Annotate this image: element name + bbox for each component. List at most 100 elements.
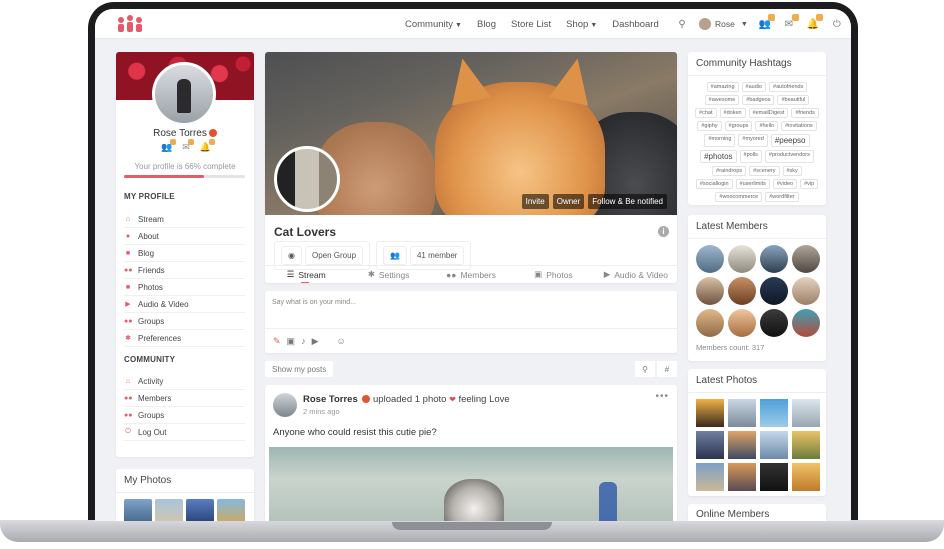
hashtag-link[interactable]: #photos <box>700 150 737 163</box>
invite-button[interactable]: Invite <box>521 194 549 209</box>
hashtag-link[interactable]: #sociallogin <box>695 179 733 189</box>
menu-item-members[interactable]: ●● Members <box>124 390 245 407</box>
menu-item-groups[interactable]: ●● Groups <box>124 313 245 330</box>
post-timestamp[interactable]: 2 mins ago <box>303 407 340 416</box>
bell-icon[interactable]: 🔔 <box>200 139 215 153</box>
photo-thumbnail[interactable] <box>155 499 183 521</box>
hashtag-link[interactable]: #peepso <box>770 134 810 147</box>
hashtag-link[interactable]: #friends <box>791 108 819 118</box>
hashtag-link[interactable]: #wordfilter <box>765 192 799 202</box>
owner-button[interactable]: Owner <box>552 194 585 209</box>
menu-item-community-groups[interactable]: ●● Groups <box>124 407 245 424</box>
hashtag-link[interactable]: #autofriends <box>769 82 808 92</box>
user-menu[interactable]: Rose ▼ <box>699 18 748 30</box>
photo-thumbnail[interactable] <box>696 463 724 491</box>
group-avatar[interactable] <box>274 146 340 212</box>
member-avatar[interactable] <box>792 309 820 337</box>
hashtag-icon[interactable]: # <box>657 361 677 377</box>
photo-thumbnail[interactable] <box>728 463 756 491</box>
menu-item-preferences[interactable]: ✱ Preferences <box>124 330 245 347</box>
photo-thumbnail[interactable] <box>760 463 788 491</box>
tab-stream[interactable]: ☰ Stream <box>265 266 347 283</box>
nav-community[interactable]: Community ▼ <box>405 19 462 30</box>
photo-thumbnail[interactable] <box>696 431 724 459</box>
tab-members[interactable]: ●● Members <box>430 266 512 283</box>
post-image[interactable] <box>269 447 673 521</box>
hashtag-link[interactable]: #emailDigest <box>748 108 789 118</box>
hashtag-link[interactable]: #woocommerce <box>715 192 763 202</box>
photo-thumbnail[interactable] <box>124 499 152 521</box>
photo-thumbnail[interactable] <box>792 399 820 427</box>
photo-thumbnail[interactable] <box>760 399 788 427</box>
hashtag-link[interactable]: #sky <box>782 166 802 176</box>
nav-store-list[interactable]: Store List <box>511 19 551 30</box>
member-avatar[interactable] <box>696 277 724 305</box>
post-composer[interactable]: Say what is on your mind... ✎ ▣ ♪ ▶ ☺ <box>265 291 677 353</box>
hashtag-link[interactable]: #polls <box>739 150 762 163</box>
menu-item-logout[interactable]: ⏻ Log Out <box>124 424 245 441</box>
hashtag-link[interactable]: #myored <box>738 134 768 147</box>
follow-button[interactable]: Follow & Be notified <box>588 194 667 209</box>
nav-dashboard[interactable]: Dashboard <box>612 19 658 30</box>
more-options-icon[interactable]: ••• <box>655 391 669 402</box>
photo-thumbnail[interactable] <box>728 399 756 427</box>
friends-icon[interactable]: 👥 <box>161 139 177 153</box>
menu-item-blog[interactable]: ■ Blog <box>124 245 245 262</box>
photo-thumbnail[interactable] <box>696 399 724 427</box>
member-avatar[interactable] <box>792 277 820 305</box>
bell-icon[interactable]: 🔔 <box>806 14 823 31</box>
hashtag-link[interactable]: #beautiful <box>777 95 810 105</box>
show-my-posts-button[interactable]: Show my posts <box>265 361 334 377</box>
post-author[interactable]: Rose Torres <box>303 394 358 405</box>
power-icon[interactable]: ⏻ <box>830 17 844 31</box>
tab-audio-video[interactable]: ▶ Audio & Video <box>595 266 677 283</box>
messages-icon[interactable]: ✉ <box>782 14 799 31</box>
info-icon[interactable]: i <box>658 226 669 237</box>
menu-item-activity[interactable]: ⌂ Activity <box>124 373 245 390</box>
composer-placeholder[interactable]: Say what is on your mind... <box>272 299 356 306</box>
hashtag-link[interactable]: #invitations <box>781 121 817 131</box>
member-avatar[interactable] <box>728 277 756 305</box>
camera-icon[interactable]: ▣ <box>287 336 296 347</box>
hashtag-link[interactable]: #awesome <box>704 95 740 105</box>
photo-thumbnail[interactable] <box>728 431 756 459</box>
menu-item-audio-video[interactable]: ▶ Audio & Video <box>124 296 245 313</box>
profile-name[interactable]: Rose Torres <box>116 128 254 139</box>
music-icon[interactable]: ♪ <box>301 336 306 346</box>
photo-thumbnail[interactable] <box>760 431 788 459</box>
tab-photos[interactable]: ▣ Photos <box>512 266 594 283</box>
hashtag-link[interactable]: #doken <box>719 108 746 118</box>
menu-item-friends[interactable]: ●● Friends <box>124 262 245 279</box>
photo-thumbnail[interactable] <box>792 431 820 459</box>
member-avatar[interactable] <box>728 309 756 337</box>
member-avatar[interactable] <box>696 245 724 273</box>
hashtag-link[interactable]: #userlimits <box>735 179 770 189</box>
peepso-logo-icon[interactable] <box>117 15 143 33</box>
friends-icon[interactable]: 👥 <box>758 14 775 31</box>
search-icon[interactable]: ⚲ <box>635 361 655 377</box>
menu-item-stream[interactable]: ⌂ Stream <box>124 211 245 228</box>
hashtag-link[interactable]: #chat <box>695 108 717 118</box>
member-avatar[interactable] <box>696 309 724 337</box>
video-icon[interactable]: ▶ <box>312 336 319 347</box>
hashtag-link[interactable]: #morning <box>704 134 736 147</box>
member-avatar[interactable] <box>760 309 788 337</box>
profile-avatar[interactable] <box>152 62 216 126</box>
hashtag-link[interactable]: #hello <box>755 121 779 131</box>
nav-blog[interactable]: Blog <box>477 19 496 30</box>
avatar[interactable] <box>273 393 297 417</box>
hashtag-link[interactable]: #video <box>772 179 798 189</box>
nav-shop[interactable]: Shop ▼ <box>566 19 597 30</box>
messages-icon[interactable]: ✉ <box>182 139 194 153</box>
hashtag-link[interactable]: #productvendors <box>764 150 814 163</box>
hashtag-link[interactable]: #audio <box>741 82 767 92</box>
photo-thumbnail[interactable] <box>217 499 245 521</box>
pencil-icon[interactable]: ✎ <box>273 336 281 347</box>
photo-thumbnail[interactable] <box>792 463 820 491</box>
tab-settings[interactable]: ✱ Settings <box>347 266 429 283</box>
photo-thumbnail[interactable] <box>186 499 214 521</box>
hashtag-link[interactable]: #badgeos <box>742 95 775 105</box>
hashtag-link[interactable]: #scenery <box>749 166 780 176</box>
hashtag-link[interactable]: #vip <box>800 179 819 189</box>
search-icon[interactable]: ⚲ <box>675 17 689 31</box>
